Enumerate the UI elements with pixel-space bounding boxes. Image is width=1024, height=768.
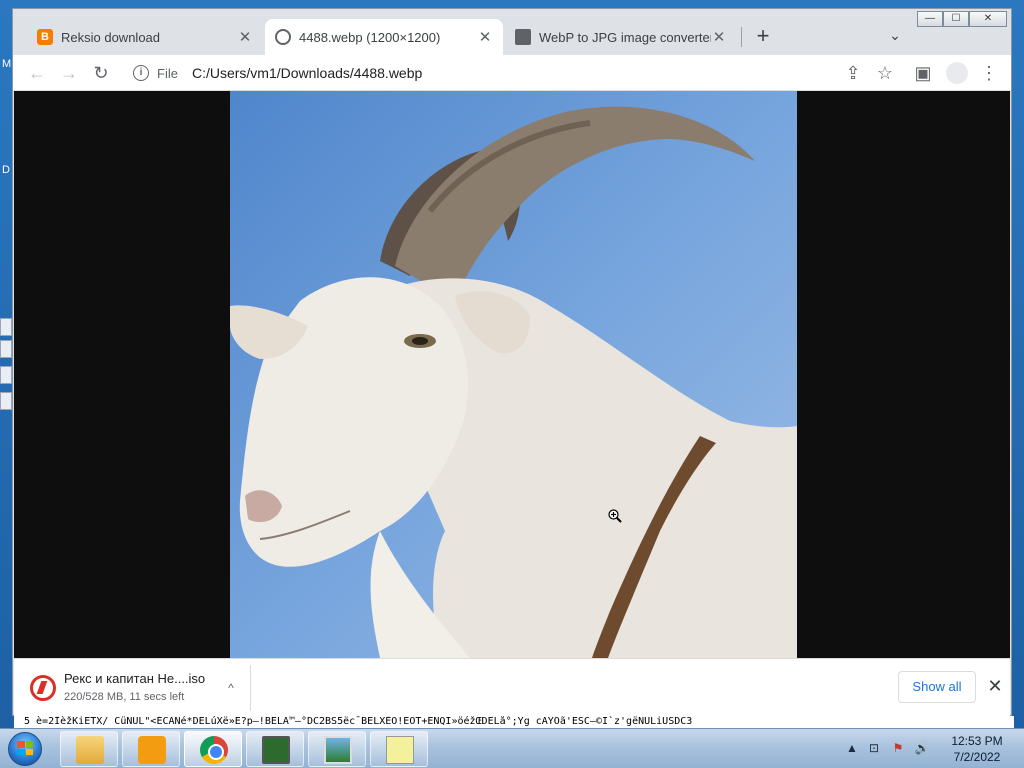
taskbar-media-player[interactable] <box>122 731 180 767</box>
taskbar-photo-viewer[interactable] <box>308 731 366 767</box>
browser-menu-icon[interactable]: ⋮ <box>977 61 1001 85</box>
tab-title: WebP to JPG image converter - 4 <box>539 29 711 45</box>
browser-window: B Reksio download ✕ 4488.webp (1200×1200… <box>12 8 1012 716</box>
desktop-partial-label: M <box>2 58 12 70</box>
tab-close-icon[interactable]: ✕ <box>237 28 253 46</box>
tab-close-icon[interactable]: ✕ <box>711 28 727 46</box>
media-player-icon <box>138 736 166 764</box>
forward-arrow-icon[interactable]: → <box>57 61 81 85</box>
url-text[interactable]: C:/Users/vm1/Downloads/4488.webp <box>192 65 422 81</box>
site-info-icon[interactable]: i <box>133 65 149 81</box>
minimize-button[interactable]: — <box>917 11 943 27</box>
download-bar: Рекс и капитан Не....iso 220/528 MB, 11 … <box>14 658 1010 716</box>
background-window-edge <box>0 392 12 410</box>
side-panel-icon[interactable]: ▣ <box>911 61 935 85</box>
blogger-icon: B <box>37 29 53 45</box>
volume-icon[interactable]: 🔊 <box>914 741 930 757</box>
tab-search-chevron-down-icon[interactable]: ⌄ <box>885 27 905 47</box>
taskbar-notepad[interactable] <box>370 731 428 767</box>
windows-flag-icon <box>17 741 33 755</box>
tab-separator <box>741 27 742 47</box>
tab-title: Reksio download <box>61 29 161 45</box>
tab-strip: B Reksio download ✕ 4488.webp (1200×1200… <box>13 9 1011 55</box>
photo-icon <box>324 736 352 764</box>
clock-time: 12:53 PM <box>951 734 1003 748</box>
desktop-partial-label: D <box>2 164 10 176</box>
tab-webp-converter[interactable]: WebP to JPG image converter - 4 ✕ <box>505 19 737 55</box>
share-icon[interactable]: ⇪ <box>841 61 865 85</box>
folder-icon <box>76 736 104 764</box>
address-bar[interactable]: i File C:/Users/vm1/Downloads/4488.webp <box>123 59 835 87</box>
monitor-icon <box>262 736 290 764</box>
background-console-text: 5 è=2ÎèžKiETX/ CüNUL"<ÉCANé*DELúXë»Ë?p–!… <box>14 716 1014 728</box>
start-button[interactable] <box>4 730 46 768</box>
new-tab-button[interactable]: + <box>749 23 777 51</box>
zoom-in-cursor-icon <box>608 509 622 523</box>
url-scheme-label: File <box>157 65 178 81</box>
background-window-edge <box>0 366 12 384</box>
reload-icon[interactable]: ↻ <box>89 61 113 85</box>
converter-app-icon <box>515 29 531 45</box>
show-all-button[interactable]: Show all <box>898 671 976 703</box>
taskbar-task-manager[interactable] <box>246 731 304 767</box>
chevron-up-icon[interactable]: ^ <box>222 681 240 699</box>
background-window-edge <box>0 318 12 336</box>
profile-avatar-icon[interactable] <box>945 61 969 85</box>
clock-date: 7/2/2022 <box>953 750 1001 764</box>
tab-reksio-download[interactable]: B Reksio download ✕ <box>27 19 263 55</box>
download-status: 220/528 MB, 11 secs left <box>64 691 185 703</box>
goat-photo <box>230 106 797 658</box>
close-download-bar-icon[interactable]: ✕ <box>984 675 1006 697</box>
tab-title: 4488.webp (1200×1200) <box>299 29 441 45</box>
back-arrow-icon[interactable]: ← <box>25 61 49 85</box>
network-icon[interactable]: ⊡ <box>866 741 882 757</box>
background-window-edge <box>0 340 12 358</box>
chrome-icon <box>200 736 228 764</box>
image-viewer <box>14 91 1010 658</box>
goat-image[interactable] <box>230 91 797 658</box>
tab-4488-webp[interactable]: 4488.webp (1200×1200) ✕ <box>265 19 503 55</box>
taskbar-file-explorer[interactable] <box>60 731 118 767</box>
globe-icon <box>275 29 291 45</box>
bookmark-star-icon[interactable]: ☆ <box>873 61 897 85</box>
download-item[interactable]: Рекс и капитан Не....iso 220/528 MB, 11 … <box>28 669 248 709</box>
notepad-icon <box>386 736 414 764</box>
close-window-button[interactable]: ✕ <box>969 11 1007 27</box>
taskbar-clock[interactable]: 12:53 PM 7/2/2022 <box>942 733 1012 765</box>
download-separator <box>250 665 251 711</box>
tab-close-icon[interactable]: ✕ <box>477 28 493 46</box>
show-hidden-icons-icon[interactable]: ▲ <box>844 741 860 757</box>
system-tray: ▲ ⊡ ⚑ 🔊 12:53 PM 7/2/2022 <box>842 729 1024 768</box>
taskbar: ▲ ⊡ ⚑ 🔊 12:53 PM 7/2/2022 <box>0 728 1024 768</box>
action-center-flag-icon[interactable]: ⚑ <box>890 741 906 757</box>
browser-toolbar: ← → ↻ i File C:/Users/vm1/Downloads/4488… <box>13 55 1011 91</box>
download-filename: Рекс и капитан Не....iso <box>64 671 206 686</box>
download-progress-icon <box>30 675 56 701</box>
taskbar-chrome[interactable] <box>184 731 242 767</box>
maximize-button[interactable]: ☐ <box>943 11 969 27</box>
